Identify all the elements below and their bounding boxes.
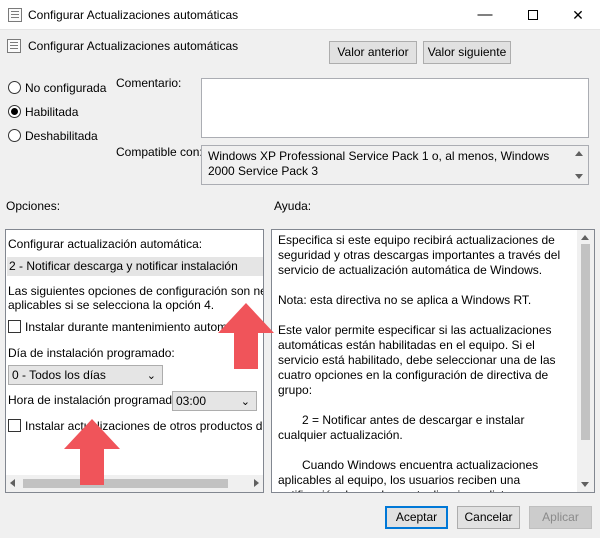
title-bar: Configurar Actualizaciones automáticas —… bbox=[0, 0, 600, 30]
radio-not-configured[interactable]: No configurada bbox=[8, 79, 106, 95]
maximize-button[interactable] bbox=[510, 0, 556, 30]
cancel-button[interactable]: Cancelar bbox=[457, 506, 520, 529]
chevron-down-icon: ⌄ bbox=[146, 370, 156, 382]
radio-circle[interactable] bbox=[8, 129, 21, 143]
maximize-icon bbox=[528, 10, 538, 21]
info-text-line2: aplicables si se selecciona la opción 4. bbox=[8, 298, 215, 312]
install-time-select[interactable]: 03:00 ⌄ bbox=[172, 391, 257, 411]
install-time-label: Hora de instalación programada: bbox=[8, 393, 183, 407]
help-text: Especifica si este equipo recibirá actua… bbox=[278, 233, 576, 492]
help-paragraph: 2 = Notificar antes de descargar e insta… bbox=[278, 413, 525, 442]
compatibility-scrollbar[interactable] bbox=[571, 146, 588, 184]
previous-setting-button[interactable]: Valor anterior bbox=[329, 41, 417, 64]
scroll-up-icon[interactable] bbox=[581, 235, 589, 240]
maintenance-checkbox[interactable] bbox=[8, 320, 21, 334]
scroll-thumb[interactable] bbox=[581, 244, 590, 440]
radio-circle[interactable] bbox=[8, 105, 21, 119]
annotation-arrow-up-icon bbox=[64, 419, 120, 485]
other-products-checkbox-row[interactable]: Instalar actualizaciones de otros produc… bbox=[8, 418, 263, 433]
help-paragraph: Este valor permite especificar si las ac… bbox=[278, 323, 556, 397]
help-paragraph: Especifica si este equipo recibirá actua… bbox=[278, 233, 561, 277]
help-panel: Especifica si este equipo recibirá actua… bbox=[271, 229, 595, 493]
scroll-up-icon[interactable] bbox=[575, 151, 583, 156]
chevron-down-icon: ⌄ bbox=[240, 396, 250, 408]
comment-label: Comentario: bbox=[116, 76, 182, 90]
compatibility-field: Windows XP Professional Service Pack 1 o… bbox=[201, 145, 589, 185]
close-button[interactable]: ✕ bbox=[555, 0, 600, 30]
scroll-down-icon[interactable] bbox=[575, 174, 583, 179]
apply-button[interactable]: Aplicar bbox=[529, 506, 592, 529]
help-paragraph: Cuando Windows encuentra actualizaciones… bbox=[278, 458, 544, 492]
help-vertical-scrollbar[interactable] bbox=[577, 230, 594, 492]
options-label: Opciones: bbox=[6, 199, 61, 213]
install-day-label: Día de instalación programado: bbox=[8, 346, 175, 360]
radio-circle[interactable] bbox=[8, 81, 21, 95]
next-setting-button[interactable]: Valor siguiente bbox=[423, 41, 511, 64]
policy-settings-icon bbox=[8, 8, 22, 22]
maintenance-checkbox-row[interactable]: Instalar durante mantenimiento automátic… bbox=[8, 319, 252, 334]
options-horizontal-scrollbar[interactable] bbox=[6, 475, 263, 492]
radio-enabled[interactable]: Habilitada bbox=[8, 103, 78, 119]
policy-icon bbox=[7, 39, 21, 53]
help-paragraph: Nota: esta directiva no se aplica a Wind… bbox=[278, 293, 532, 307]
window-title: Configurar Actualizaciones automáticas bbox=[28, 8, 239, 22]
minimize-button[interactable]: — bbox=[462, 0, 508, 30]
install-day-select[interactable]: 0 - Todos los días ⌄ bbox=[8, 365, 163, 385]
scroll-right-icon[interactable] bbox=[254, 479, 259, 487]
radio-disabled[interactable]: Deshabilitada bbox=[8, 127, 98, 143]
ok-button[interactable]: Aceptar bbox=[385, 506, 448, 529]
scroll-left-icon[interactable] bbox=[10, 479, 15, 487]
scroll-thumb[interactable] bbox=[23, 479, 228, 488]
compatibility-label: Compatible con: bbox=[116, 145, 203, 159]
comment-textarea[interactable] bbox=[201, 78, 589, 138]
help-label: Ayuda: bbox=[274, 199, 312, 213]
scroll-down-icon[interactable] bbox=[581, 482, 589, 487]
policy-title: Configurar Actualizaciones automáticas bbox=[28, 39, 239, 53]
annotation-arrow-up-icon bbox=[218, 303, 274, 369]
info-text-line1: Las siguientes opciones de configuración… bbox=[8, 284, 263, 298]
other-products-checkbox[interactable] bbox=[8, 419, 21, 433]
configure-update-label: Configurar actualización automática: bbox=[8, 237, 203, 251]
configure-update-select[interactable]: 2 - Notificar descarga y notificar insta… bbox=[7, 257, 263, 276]
